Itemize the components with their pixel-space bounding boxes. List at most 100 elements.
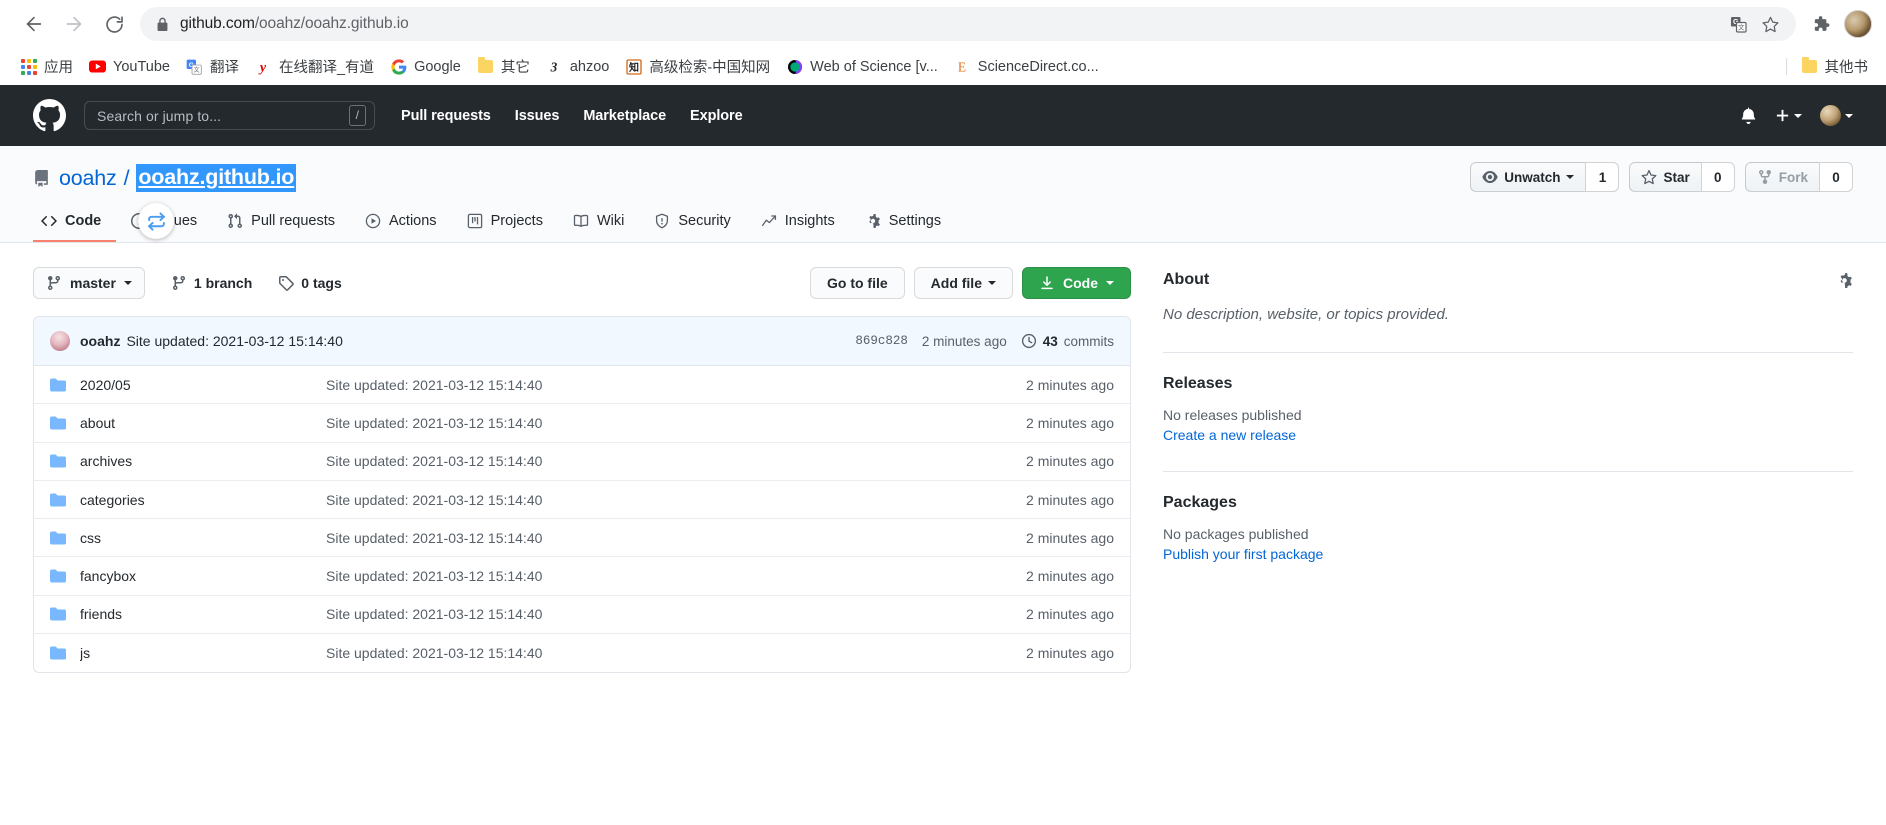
add-file-button[interactable]: Add file	[913, 267, 1013, 299]
code-download-button[interactable]: Code	[1022, 267, 1131, 299]
file-commit-message[interactable]: Site updated: 2021-03-12 15:14:40	[326, 530, 1026, 546]
bookmark-web-of-science[interactable]: Web of Science [v...	[778, 54, 946, 79]
file-name-link[interactable]: friends	[80, 606, 326, 622]
directory-icon	[50, 415, 66, 431]
nav-pull-requests[interactable]: Pull requests	[401, 108, 491, 124]
main-column: master 1 branch 0 tags Go to file Add fi…	[33, 267, 1131, 674]
file-commit-message[interactable]: Site updated: 2021-03-12 15:14:40	[326, 453, 1026, 469]
repo-forked-icon	[1757, 169, 1773, 185]
watch-count[interactable]: 1	[1585, 162, 1620, 192]
tab-wiki[interactable]: Wiki	[558, 213, 639, 242]
bookmark-cnki[interactable]: 知 高级检索-中国知网	[617, 52, 778, 81]
file-name-link[interactable]: archives	[80, 453, 326, 469]
go-to-file-button[interactable]: Go to file	[809, 267, 905, 299]
github-mark-icon[interactable]	[33, 99, 66, 132]
repo-owner-link[interactable]: ooahz	[59, 166, 117, 191]
global-nav: Pull requests Issues Marketplace Explore	[401, 108, 767, 124]
file-commit-time: 2 minutes ago	[1026, 491, 1114, 508]
file-name-link[interactable]: js	[80, 645, 326, 661]
file-name-link[interactable]: categories	[80, 492, 326, 508]
tab-label: Insights	[784, 213, 835, 229]
file-name-link[interactable]: 2020/05	[80, 377, 326, 393]
branch-selector[interactable]: master	[33, 267, 145, 299]
repo-tabs: Code Issues Pull requests Actions Projec…	[33, 213, 1853, 242]
profile-avatar[interactable]	[1844, 10, 1872, 38]
gear-icon[interactable]	[1836, 272, 1853, 289]
avatar-icon[interactable]	[1820, 105, 1853, 126]
bookmark-folder-other[interactable]: 其它	[469, 52, 538, 81]
commit-message[interactable]: Site updated: 2021-03-12 15:14:40	[126, 333, 342, 349]
nav-marketplace[interactable]: Marketplace	[583, 108, 666, 124]
bookmark-youdao[interactable]: y 在线翻译_有道	[247, 52, 382, 81]
file-commit-message[interactable]: Site updated: 2021-03-12 15:14:40	[326, 492, 1026, 508]
file-name-link[interactable]: fancybox	[80, 568, 326, 584]
url-host: github.com	[180, 15, 255, 32]
bookmark-sciencedirect[interactable]: E ScienceDirect.co...	[946, 54, 1107, 79]
star-button[interactable]: Star	[1629, 162, 1701, 192]
branch-count-text: 1 branch	[193, 275, 253, 291]
nav-issues[interactable]: Issues	[515, 108, 560, 124]
forward-button[interactable]	[54, 4, 94, 44]
svg-text:知: 知	[628, 61, 639, 74]
search-input[interactable]: Search or jump to... /	[84, 101, 375, 130]
file-name-link[interactable]: about	[80, 415, 326, 431]
directory-icon	[50, 568, 66, 584]
bookmark-apps[interactable]: 应用	[12, 52, 81, 81]
file-commit-message[interactable]: Site updated: 2021-03-12 15:14:40	[326, 415, 1026, 431]
bookmark-star-icon[interactable]	[1756, 10, 1784, 38]
plus-icon[interactable]	[1775, 108, 1802, 123]
commit-author-avatar[interactable]	[50, 331, 70, 351]
address-bar[interactable]: github.com/ooahz/ooahz.github.io G文	[140, 7, 1796, 41]
bookmark-label: 其它	[500, 60, 530, 76]
tab-insights[interactable]: Insights	[746, 213, 850, 242]
file-commit-message[interactable]: Site updated: 2021-03-12 15:14:40	[326, 377, 1026, 393]
unwatch-button[interactable]: Unwatch	[1470, 162, 1586, 192]
apps-grid-icon	[20, 58, 37, 75]
translate-icon[interactable]: G文	[1724, 10, 1752, 38]
publish-package-link[interactable]: Publish your first package	[1163, 546, 1323, 562]
tab-code[interactable]: Code	[33, 213, 117, 242]
cursor-swap-indicator	[138, 203, 174, 239]
tab-security[interactable]: Security	[639, 213, 745, 242]
bookmarks-bar: 应用 YouTube G文 翻译 y 在线翻译_有道 Google 其它 3 a…	[0, 49, 1886, 85]
bookmark-other-bookmarks[interactable]: 其他书	[1793, 52, 1877, 81]
tab-settings[interactable]: Settings	[850, 213, 956, 242]
bookmark-ahzoo[interactable]: 3 ahzoo	[538, 54, 618, 79]
header-user-actions	[1740, 105, 1853, 126]
fork-count[interactable]: 0	[1819, 162, 1853, 192]
star-count[interactable]: 0	[1700, 162, 1735, 192]
google-icon	[390, 58, 407, 75]
commits-count-link[interactable]: 43 commits	[1021, 333, 1114, 349]
file-name-link[interactable]: css	[80, 530, 326, 546]
create-release-link[interactable]: Create a new release	[1163, 427, 1296, 443]
commit-author[interactable]: ooahz	[80, 333, 120, 349]
back-button[interactable]	[14, 4, 54, 44]
tab-pull-requests[interactable]: Pull requests	[212, 213, 350, 242]
file-commit-message[interactable]: Site updated: 2021-03-12 15:14:40	[326, 645, 1026, 661]
file-commit-message[interactable]: Site updated: 2021-03-12 15:14:40	[326, 606, 1026, 622]
directory-icon	[50, 530, 66, 546]
bookmark-translate[interactable]: G文 翻译	[178, 52, 247, 81]
branch-count-link[interactable]: 1 branch	[171, 275, 252, 291]
bookmark-google[interactable]: Google	[382, 54, 469, 79]
tab-actions[interactable]: Actions	[350, 213, 452, 242]
extensions-icon[interactable]	[1804, 7, 1838, 41]
repo-name-link[interactable]: ooahz.github.io	[136, 164, 297, 192]
commit-sha[interactable]: 869c828	[855, 334, 908, 348]
fork-label: Fork	[1778, 169, 1808, 185]
repo-title: ooahz / ooahz.github.io	[33, 164, 297, 192]
releases-section: Releases No releases published Create a …	[1163, 375, 1853, 445]
repo-book-icon	[33, 169, 50, 187]
browser-actions	[1804, 7, 1872, 41]
bookmark-label: Google	[414, 58, 461, 75]
file-commit-message[interactable]: Site updated: 2021-03-12 15:14:40	[326, 568, 1026, 584]
file-commit-time: 2 minutes ago	[1026, 529, 1114, 546]
bookmark-youtube[interactable]: YouTube	[81, 54, 178, 79]
tab-projects[interactable]: Projects	[452, 213, 558, 242]
chevron-down-icon	[1845, 113, 1853, 118]
tag-count-link[interactable]: 0 tags	[278, 275, 342, 291]
fork-button[interactable]: Fork	[1744, 162, 1819, 192]
nav-explore[interactable]: Explore	[690, 108, 743, 124]
reload-button[interactable]	[94, 4, 134, 44]
bell-icon[interactable]	[1740, 107, 1757, 124]
